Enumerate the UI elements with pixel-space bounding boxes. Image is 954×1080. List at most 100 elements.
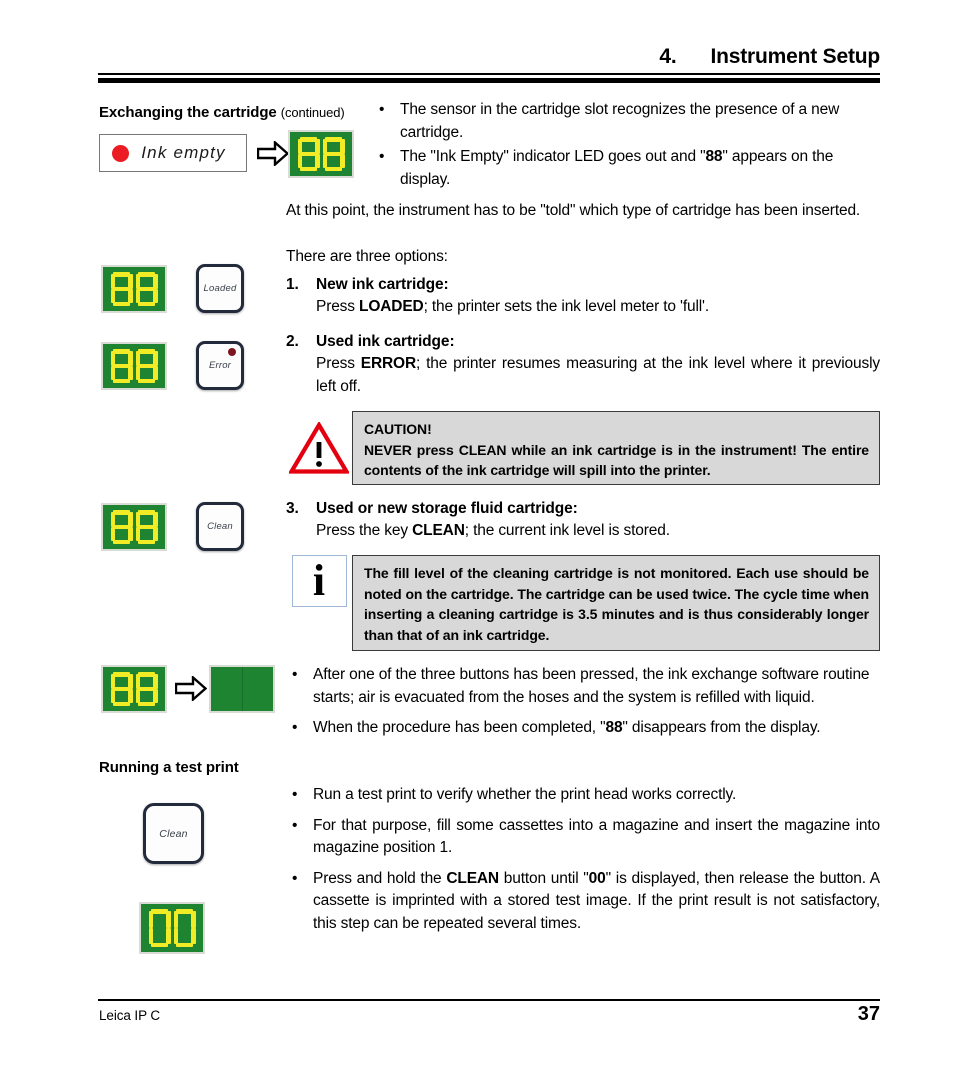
intro-bullet-list: • The sensor in the cartridge slot recog… [373,99,880,191]
bullet-marker: • [292,869,298,887]
display-screen-blank [211,667,273,711]
digit-8 [135,672,158,706]
header-rule-thin [98,73,880,75]
bullet-marker: • [292,786,298,803]
option-2-body: Press ERROR; the printer resumes measuri… [316,355,880,395]
bullet-marker: • [379,148,385,165]
header-title-line: 4. Instrument Setup [98,44,880,71]
info-notice: i The fill level of the cleaning cartrid… [286,555,880,651]
intro-paragraph: At this point, the instrument has to be … [286,202,861,219]
digit-0 [173,909,196,947]
section-label-running-test-print: Running a test print [99,759,239,776]
loaded-button[interactable]: Loaded [196,264,244,313]
list-item: • After one of the three buttons has bee… [286,664,880,709]
footer-product-name: Leica IP C [99,1008,161,1023]
list-item: • When the procedure has been completed,… [286,717,880,740]
clean-button-label: Clean [207,521,233,532]
display-screen [103,267,165,311]
option-2-title: Used ink cartridge: [316,333,455,350]
clean-button-label: Clean [159,827,188,840]
section-label-text: Exchanging the cartridge [99,104,277,121]
digit-8 [135,272,158,306]
ink-empty-indicator: Ink empty [99,134,247,172]
display-screen [103,667,165,711]
list-item-text: When the procedure has been completed, "… [313,719,821,736]
info-icon-container: i [286,555,352,651]
option-1-heading: 1. New ink cartridge: [286,274,880,296]
caution-notice-body: CAUTION! NEVER press CLEAN while an ink … [352,411,880,485]
seven-segment-display-88-top [288,130,354,178]
display-screen [103,344,165,388]
bullet-marker: • [379,101,385,118]
section-label-exchanging-cartridge: Exchanging the cartridge (continued) [99,103,345,122]
display-value-inline: 88 [605,719,623,736]
option-3-number: 3. [286,500,299,517]
page-header: 4. Instrument Setup [98,44,880,83]
list-item-text: Run a test print to verify whether the p… [313,786,737,803]
caution-text: NEVER press CLEAN while an ink cartridge… [364,441,869,479]
option-1-number: 1. [286,276,299,293]
test-print-bullet-list: • Run a test print to verify whether the… [286,784,880,935]
digit-8 [135,510,158,544]
digit-8 [322,137,345,171]
clean-button-test-print[interactable]: Clean [143,803,204,864]
display-value-inline: 00 [588,869,606,887]
digit-0 [148,909,171,947]
digit-8 [297,137,320,171]
list-item-text: For that purpose, fill some cassettes in… [313,816,880,857]
list-item-text: Press and hold the CLEAN button until "0… [313,869,880,932]
key-name: LOADED [359,298,424,315]
option-3: 3. Used or new storage fluid cartridge: … [286,498,880,543]
info-i-glyph: i [312,556,326,605]
display-screen [103,505,165,549]
error-led-icon [228,348,236,356]
seven-segment-display-88-result [101,665,167,713]
ink-empty-led-icon [112,144,129,162]
option-2-number: 2. [286,333,299,350]
seven-segment-display-88-option3 [101,503,167,551]
bullet-marker: • [292,719,298,736]
list-item: • The sensor in the cartridge slot recog… [373,99,880,144]
error-button[interactable]: Error [196,341,244,390]
key-name: CLEAN [412,522,465,539]
bullet-marker: • [292,666,298,683]
display-screen [141,904,203,952]
chapter-title: Instrument Setup [710,45,881,68]
seven-segment-display-00 [139,902,205,954]
list-item: • Run a test print to verify whether the… [286,784,880,807]
list-item-text: After one of the three buttons has been … [313,666,870,706]
chapter-number: 4. [659,45,677,68]
option-3-title: Used or new storage fluid cartridge: [316,500,578,517]
list-item-text: The "Ink Empty" indicator LED goes out a… [400,148,834,188]
clean-button-option3[interactable]: Clean [196,502,244,551]
seven-segment-display-88-option2 [101,342,167,390]
ink-empty-label: Ink empty [141,143,226,162]
options-lead-text: There are three options: [286,248,448,265]
bullet-marker: • [292,816,298,834]
block-arrow-right-icon [256,139,290,171]
option-2: 2. Used ink cartridge: Press ERROR; the … [286,331,880,398]
header-rule-thick [98,77,880,83]
error-button-label: Error [208,360,232,371]
page-number: 37 [857,1003,880,1025]
list-item: • Press and hold the CLEAN button until … [286,868,880,936]
document-page: 4. Instrument Setup Exchanging the cartri… [0,0,954,1080]
option-1-body: Press LOADED; the printer sets the ink l… [316,298,710,315]
section-label-continued: (continued) [280,105,345,120]
list-item: • For that purpose, fill some cassettes … [286,815,880,860]
block-arrow-right-icon [174,674,208,706]
warning-triangle-icon [286,411,352,485]
option-3-heading: 3. Used or new storage fluid cartridge: [286,498,880,520]
list-item: • The "Ink Empty" indicator LED goes out… [373,146,880,191]
caution-notice: CAUTION! NEVER press CLEAN while an ink … [286,411,880,485]
digit-8 [110,510,133,544]
option-2-heading: 2. Used ink cartridge: [286,331,880,353]
option-1: 1. New ink cartridge: Press LOADED; the … [286,274,880,319]
digit-8 [110,272,133,306]
footer-rule [98,999,880,1001]
seven-segment-display-88-option1 [101,265,167,313]
caution-heading: CAUTION! [364,421,432,437]
digit-8 [135,349,158,383]
option-3-body: Press the key CLEAN; the current ink lev… [316,522,670,539]
info-i-icon: i [291,555,347,607]
